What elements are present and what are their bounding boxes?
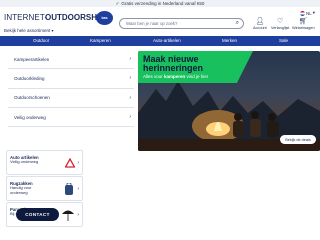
logo[interactable]: INTERNET- OUTDOORSHOP bas: [4, 10, 113, 30]
nav-item-auto-artikelen[interactable]: Auto-artikelen: [153, 38, 181, 43]
wishlist-button[interactable]: ♡ Verlanglijst: [271, 18, 289, 30]
category-label: Kampeerartikelen: [14, 56, 50, 62]
cart-label: Winkelwagen: [292, 26, 315, 30]
header: INTERNET- OUTDOORSHOP bas Bekijk hele as…: [0, 7, 320, 35]
banner-subtitle-post: vind je hier: [185, 74, 209, 79]
chevron-right-icon: ›: [129, 75, 131, 82]
promo-card-subtitle: Veilig onderweg: [10, 159, 39, 164]
language-selector[interactable]: NL ▾: [300, 10, 315, 16]
page: ✓ Gratis verzending in Nederland vanaf €…: [0, 0, 320, 240]
category-label: Outdoorkleding: [14, 75, 45, 81]
user-icon: 👤︎: [255, 18, 265, 25]
assortment-link[interactable]: Bekijk hele assortiment ▾: [4, 28, 54, 33]
banner-subtitle-pre: Alles voor: [143, 74, 165, 79]
search-input[interactable]: Waar ben je naar op zoek? ⌕: [119, 18, 244, 29]
nav-item-kamperen[interactable]: Kamperen: [90, 38, 111, 43]
category-item[interactable]: Outdoorschoenen ›: [8, 89, 134, 108]
category-list: Kampeerartikelen › Outdoorkleding › Outd…: [8, 50, 134, 128]
shipping-text: Gratis verzending in Nederland vanaf €50: [121, 1, 205, 6]
backpack-icon: [65, 183, 73, 195]
person-head: [234, 113, 242, 121]
category-label: Outdoorschoenen: [14, 95, 50, 101]
chevron-right-icon: ›: [77, 212, 79, 218]
person-head: [251, 111, 259, 119]
chevron-right-icon: ›: [129, 94, 131, 101]
dutch-flag-icon: [300, 10, 305, 16]
shipping-banner: ✓ Gratis verzending in Nederland vanaf €…: [0, 0, 320, 7]
logo-badge: bas: [96, 11, 113, 25]
check-icon: ✓: [115, 0, 120, 6]
banner-title: Maak nieuwe herinneringen: [143, 55, 203, 73]
nav-item-sale[interactable]: Sale: [279, 38, 288, 43]
account-label: Account: [253, 26, 267, 30]
search-placeholder: Waar ben je naar op zoek?: [126, 21, 178, 26]
cart-button[interactable]: 🛒︎ Winkelwagen: [292, 18, 315, 30]
search-icon[interactable]: ⌕: [236, 20, 239, 27]
hero-banner[interactable]: Maak nieuwe herinneringen Alles voor kam…: [138, 51, 320, 151]
promo-card[interactable]: Rugzakken Handig voor onderweg ›: [6, 176, 83, 201]
person-body: [250, 119, 261, 137]
chevron-down-icon: ▾: [51, 28, 54, 33]
chevron-right-icon: ›: [77, 186, 79, 192]
parasol-icon: [62, 210, 74, 221]
category-item[interactable]: Kampeerartikelen ›: [8, 50, 134, 70]
warning-triangle-icon: [65, 158, 75, 168]
assortment-label: Bekijk hele assortiment: [4, 28, 51, 33]
category-label: Veilig onderweg: [14, 114, 46, 120]
person-head: [268, 113, 276, 121]
nav-item-outdoor[interactable]: Outdoor: [33, 38, 49, 43]
category-item[interactable]: Outdoorkleding ›: [8, 69, 134, 89]
main-nav: Outdoor Kamperen Auto-artikelen Merken S…: [0, 36, 320, 46]
language-label: NL: [306, 10, 312, 16]
banner-cta-button[interactable]: Bekijk de deals: [280, 135, 316, 144]
account-button[interactable]: 👤︎ Account: [253, 18, 267, 30]
heart-icon: ♡: [277, 18, 284, 25]
person-body: [233, 121, 244, 137]
category-item[interactable]: Veilig onderweg ›: [8, 108, 134, 128]
wishlist-label: Verlanglijst: [271, 26, 290, 30]
person-body: [267, 121, 279, 137]
chevron-right-icon: ›: [129, 56, 131, 63]
contact-button[interactable]: CONTACT: [16, 208, 59, 221]
banner-title-line2: herinneringen: [143, 63, 204, 73]
logo-text-internet: INTERNET-: [4, 13, 48, 22]
chevron-right-icon: ›: [129, 114, 131, 121]
chevron-down-icon: ▾: [312, 10, 316, 15]
nav-item-merken[interactable]: Merken: [222, 38, 237, 43]
banner-subtitle-bold: kamperen: [164, 74, 186, 79]
cart-icon: 🛒︎: [298, 18, 308, 25]
chevron-right-icon: ›: [77, 160, 79, 166]
banner-subtitle: Alles voor kamperen vind je hier: [143, 74, 208, 79]
promo-card[interactable]: Auto artikelen Veilig onderweg ›: [6, 150, 83, 175]
promo-card-subtitle: Handig voor onderweg: [10, 185, 32, 195]
